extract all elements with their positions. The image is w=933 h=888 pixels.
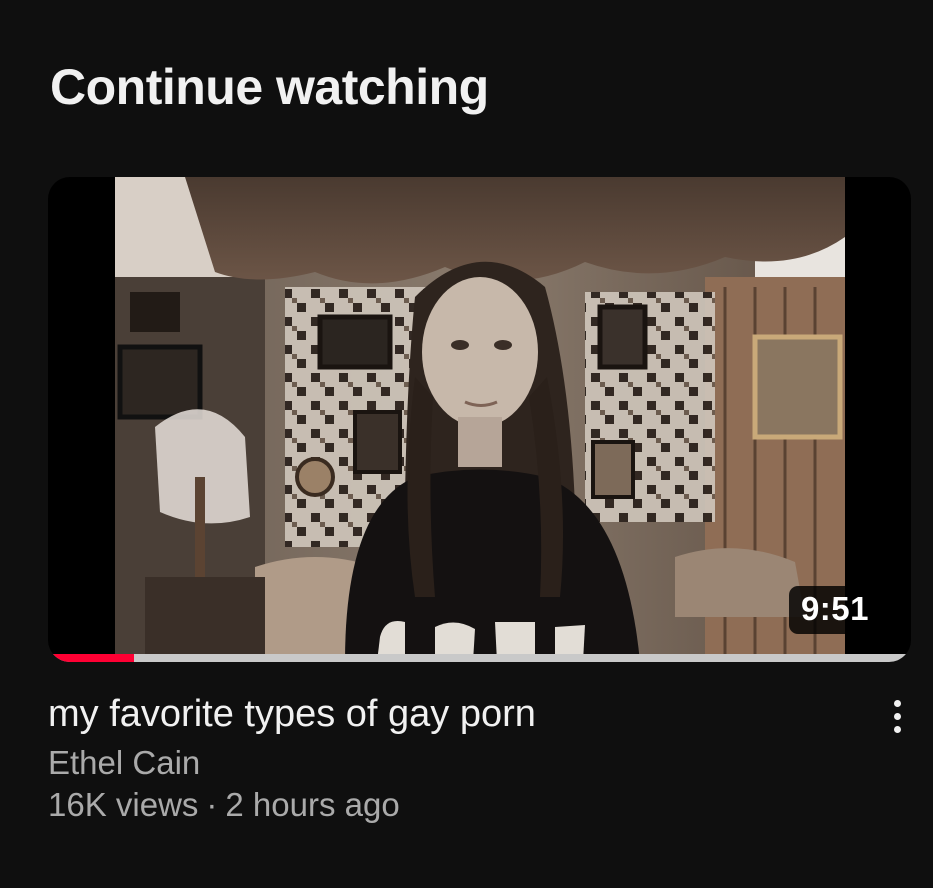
thumbnail-image bbox=[115, 177, 845, 662]
video-thumbnail[interactable]: 9:51 bbox=[48, 177, 911, 662]
separator: · bbox=[206, 786, 218, 823]
section-title: Continue watching bbox=[50, 59, 489, 115]
duration-badge: 9:51 bbox=[788, 586, 881, 634]
upload-time: 2 hours ago bbox=[225, 786, 400, 823]
video-card[interactable]: 9:51 my favorite types of gay porn Ethel… bbox=[48, 177, 911, 824]
more-vertical-icon[interactable] bbox=[877, 694, 917, 738]
watch-progress-bar bbox=[53, 654, 906, 662]
video-stats: 16K views · 2 hours ago bbox=[48, 786, 841, 824]
view-count: 16K views bbox=[48, 786, 199, 823]
video-title[interactable]: my favorite types of gay porn bbox=[48, 692, 841, 736]
watch-progress-fill bbox=[53, 654, 135, 662]
video-meta: my favorite types of gay porn Ethel Cain… bbox=[48, 692, 911, 824]
home-feed: Continue watching 9:51 my favorite types… bbox=[0, 0, 933, 888]
channel-name[interactable]: Ethel Cain bbox=[48, 744, 841, 782]
